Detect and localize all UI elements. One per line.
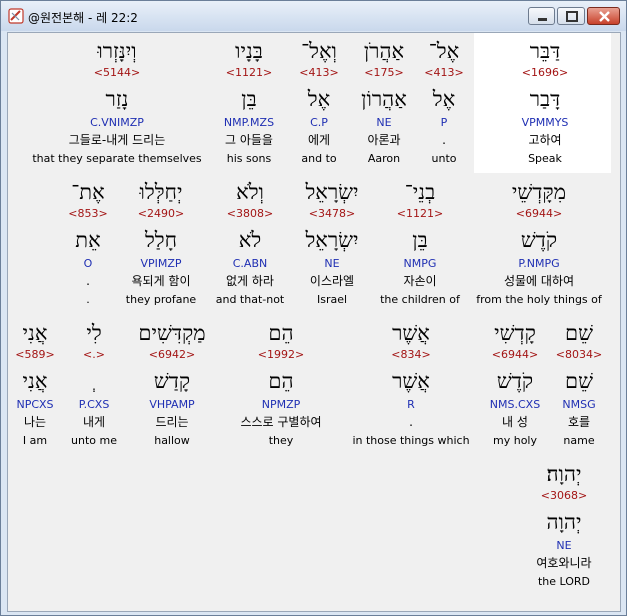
maximize-button[interactable] <box>557 7 585 25</box>
hebrew-word[interactable]: אֲנִי <box>0 320 185 346</box>
app-icon <box>8 8 24 24</box>
close-button[interactable] <box>587 7 620 25</box>
minimize-icon <box>529 8 554 24</box>
lemma-word: אֲנִי <box>22 369 48 393</box>
hebrew-word[interactable]: אֶת־ <box>0 179 238 205</box>
korean-gloss: 그들로-내게 드리는 <box>68 133 166 147</box>
strongs-number: <5144> <box>93 66 141 79</box>
lemma-word: נָזַר <box>105 87 129 111</box>
english-gloss: that they separate themselves <box>32 152 202 165</box>
parsing-code: NE <box>556 539 572 552</box>
hebrew-word[interactable]: וְיִנָּזְרוּ <box>0 38 267 64</box>
app-window: @원전본해 - 레 22:2 דַּבֵּר <1696> דָּבַר VPMMYS… <box>0 0 627 616</box>
lemma-word: יְהוָה <box>546 510 582 534</box>
window-title: @원전본해 - 레 22:2 <box>28 11 138 25</box>
parsing-code: NPCXS <box>16 398 54 411</box>
parsing-code: C.VNIMZP <box>90 116 144 129</box>
english-gloss: I am <box>22 434 48 447</box>
hebrew-word[interactable]: יְהוָה׃ <box>414 461 627 487</box>
english-gloss: . <box>86 293 90 306</box>
strongs-number: <853> <box>68 207 108 220</box>
parsing-code: O <box>83 257 93 270</box>
korean-gloss: 나는 <box>23 415 47 429</box>
maximize-icon <box>558 8 584 24</box>
title-bar[interactable]: @원전본해 - 레 22:2 <box>1 1 626 31</box>
close-icon <box>588 8 619 24</box>
minimize-button[interactable] <box>528 7 555 25</box>
korean-gloss: 여호와니라 <box>536 556 592 570</box>
english-gloss: the LORD <box>537 575 591 588</box>
strongs-number: <3068> <box>540 489 588 502</box>
lemma-word: אֵת <box>75 228 101 252</box>
strongs-number: <589> <box>15 348 55 361</box>
interlinear-panel: דַּבֵּר <1696> דָּבַר VPMMYS 고하여 Speak אֶל־ <41… <box>7 32 621 612</box>
korean-gloss: . <box>86 274 90 288</box>
